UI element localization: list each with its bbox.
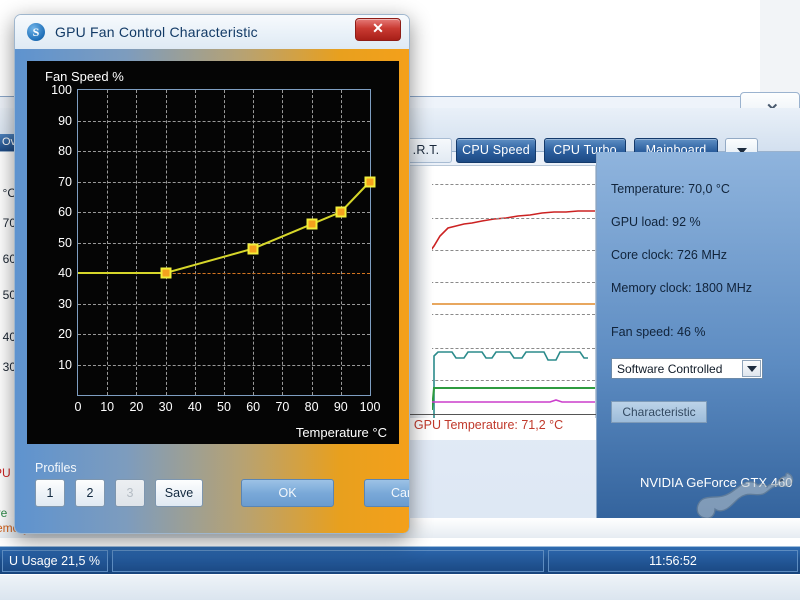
curve-control-point[interactable] [306,218,318,230]
chart-title: Fan Speed % [45,69,124,84]
chart-left-fade [410,166,432,432]
info-temperature: Temperature: 70,0 °C [611,182,730,196]
status-cpu-usage: U Usage 21,5 % [2,549,108,572]
x-axis-tick-label: 50 [217,400,231,414]
x-axis-tick-label: 70 [275,400,290,414]
desktop-wallpaper-strip [760,0,800,96]
curve-control-point[interactable] [160,267,172,279]
fan-mode-value: Software Controlled [617,361,723,376]
status-clock: 11:56:52 [548,549,798,572]
taskbar [0,574,800,600]
info-core-clock: Core clock: 726 MHz [611,248,728,262]
save-button[interactable]: Save [155,479,203,507]
footer-core-partial: ore [0,506,8,520]
y-axis-tick-label: 70 [58,174,72,189]
y-axis-tick-label: 10 [58,357,72,372]
x-axis-tick-label: 80 [304,400,319,414]
profile-2-button[interactable]: 2 [75,479,105,507]
x-axis-title: Temperature °C [295,425,387,440]
characteristic-button[interactable]: Characteristic [611,401,707,423]
ok-button[interactable]: OK [241,479,334,507]
profile-1-button[interactable]: 1 [35,479,65,507]
x-axis-tick-label: 30 [158,400,173,414]
curve-control-point[interactable] [247,243,259,255]
chart-plot-area[interactable]: 10 20 30 40 50 60 70 80 90 100 0 10 20 30 40 50 60 70 80 90… [51,83,380,414]
info-memory-clock: Memory clock: 1800 MHz [611,281,753,295]
chart-note-rule [400,414,600,415]
info-fan-speed: Fan speed: 46 % [611,325,706,339]
tab-cpu-speed[interactable]: CPU Speed [456,138,536,163]
x-axis-tick-label: 10 [100,400,115,414]
gpu-fan-control-dialog: S GPU Fan Control Characteristic ✕ Fan S… [14,14,410,534]
max-gpu-temperature-note: m GPU Temperature: 71,2 °C [400,418,610,440]
y-axis-tick-label: 80 [58,144,72,158]
dialog-body: Fan Speed % Temperature °C 10 20 30 40 50 60 7… [15,49,409,533]
chevron-down-icon [746,365,757,372]
y-axis-tick-label: 90 [58,113,72,128]
x-axis-tick-label: 90 [333,400,348,414]
dialog-close-button[interactable]: ✕ [355,18,401,41]
y-axis-tick-label: 100 [51,83,72,97]
footer-gpu-partial: PU [0,466,11,480]
curve-control-point[interactable] [364,176,376,187]
fan-mode-dropdown-button[interactable] [742,360,761,377]
y-axis-tick-label: 60 [58,205,72,219]
status-cell-middle [112,549,544,572]
dialog-button-row: 1 2 3 Save OK Cancel [35,479,409,507]
x-axis-tick-label: 40 [187,400,202,414]
y-axis-tick-label: 40 [58,266,72,280]
y-axis-tick-label: 50 [58,235,72,250]
curve-control-point[interactable] [335,206,347,218]
fan-curve-chart[interactable]: Fan Speed % Temperature °C 10 20 30 40 50 60 7… [27,61,399,444]
fan-curve-line [78,180,370,274]
cancel-button[interactable]: Cancel [364,479,409,507]
background-monitoring-chart [410,165,596,433]
x-axis-tick-label: 0 [74,400,82,414]
x-axis-tick-label: 20 [129,400,144,414]
y-axis-tick-label: 30 [58,296,72,311]
profiles-label: Profiles [35,461,77,475]
info-gpu-load: GPU load: 92 % [611,215,701,229]
dialog-titlebar[interactable]: S GPU Fan Control Characteristic ✕ [15,15,409,49]
background-chart-series [410,210,595,432]
dialog-title: GPU Fan Control Characteristic [55,24,258,40]
app-logo-icon: S [27,23,45,41]
x-axis-tick-label: 100 [359,400,381,414]
y-axis-tick-label: 20 [58,327,72,341]
status-bar: U Usage 21,5 % 11:56:52 [0,546,800,574]
x-axis-tick-label: 60 [246,400,261,414]
profile-3-button[interactable]: 3 [115,479,145,507]
fan-mode-select[interactable]: Software Controlled [611,358,763,379]
